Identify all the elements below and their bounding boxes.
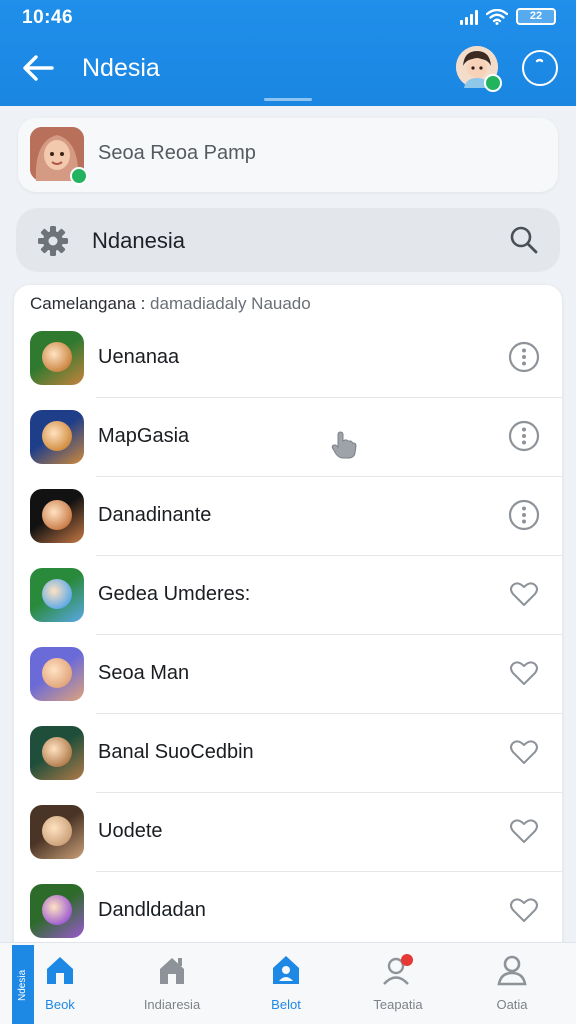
app-name: MapGasia bbox=[98, 425, 190, 447]
heart-icon[interactable] bbox=[508, 657, 540, 689]
profile-avatar bbox=[30, 127, 88, 185]
app-icon bbox=[30, 884, 84, 938]
app-character-icon bbox=[42, 342, 72, 372]
notifications-user-icon bbox=[383, 954, 413, 985]
app-character-icon bbox=[42, 737, 72, 767]
app-name: Seoa Man bbox=[98, 662, 190, 684]
profile-icon bbox=[497, 955, 527, 986]
list-item[interactable]: Gedea Umderes: bbox=[14, 556, 562, 635]
app-icon bbox=[30, 331, 84, 385]
app-icon bbox=[30, 568, 84, 622]
app-character-icon bbox=[42, 895, 72, 925]
hand-cursor-icon bbox=[331, 431, 357, 459]
home-icon bbox=[47, 957, 73, 984]
nav-label: Teapatia bbox=[373, 997, 423, 1012]
app-bar: 10:46 22 Ndesia bbox=[0, 0, 576, 106]
status-icons: 22 bbox=[460, 8, 556, 25]
more-icon[interactable] bbox=[508, 499, 540, 531]
account-home-icon bbox=[273, 956, 299, 984]
list-item[interactable]: Banal SuoCedbin bbox=[14, 714, 562, 793]
app-name: Banal SuoCedbin bbox=[98, 741, 254, 763]
list-item[interactable]: Uenanaa bbox=[14, 319, 562, 398]
list-header-secondary: damadiadaly Nauado bbox=[150, 294, 311, 313]
app-character-icon bbox=[42, 658, 72, 688]
list-item[interactable]: Dandldadan bbox=[14, 872, 562, 951]
list-header-primary: Camelangana : bbox=[30, 294, 146, 313]
screen: 10:46 22 Ndesia Seoa Reoa Pamp Ndanesia … bbox=[0, 0, 576, 1024]
nav-item-1[interactable]: Beok bbox=[10, 953, 110, 1019]
app-character-icon bbox=[42, 579, 72, 609]
search-icon[interactable] bbox=[508, 224, 540, 256]
drag-handle[interactable] bbox=[264, 98, 312, 101]
verified-badge-icon bbox=[484, 74, 502, 92]
list-header: Camelangana : damadiadaly Nauado bbox=[30, 294, 311, 314]
app-icon bbox=[30, 647, 84, 701]
more-icon[interactable] bbox=[508, 341, 540, 373]
more-icon[interactable] bbox=[508, 420, 540, 452]
nav-label: Oatia bbox=[496, 997, 528, 1012]
nav-item-5[interactable]: Oatia bbox=[462, 953, 562, 1019]
app-name: Danadinante bbox=[98, 504, 212, 526]
nav-label: Indiaresia bbox=[143, 997, 201, 1012]
nav-label: Belot bbox=[271, 997, 301, 1012]
page-title: Ndesia bbox=[82, 54, 160, 82]
signal-icon bbox=[460, 9, 478, 25]
list-item[interactable]: Seoa Man bbox=[14, 635, 562, 714]
list-item[interactable]: MapGasia bbox=[14, 398, 562, 477]
online-badge-icon bbox=[70, 167, 88, 185]
app-character-icon bbox=[42, 816, 72, 846]
app-name: Uodete bbox=[98, 820, 163, 842]
app-name: Dandldadan bbox=[98, 899, 206, 921]
game-list: Camelangana : damadiadaly Nauado Uenanaa… bbox=[14, 285, 562, 965]
list-item[interactable]: Uodete bbox=[14, 793, 562, 872]
nav-label: Beok bbox=[45, 997, 75, 1012]
nav-item-4[interactable]: Teapatia bbox=[348, 953, 448, 1019]
app-character-icon bbox=[42, 500, 72, 530]
status-bar: 10:46 22 bbox=[0, 0, 576, 34]
wifi-icon bbox=[486, 8, 508, 25]
search-input[interactable]: Ndanesia bbox=[92, 228, 185, 254]
heart-icon[interactable] bbox=[508, 894, 540, 926]
nav-item-3[interactable]: Belot bbox=[236, 953, 336, 1019]
app-icon bbox=[30, 410, 84, 464]
info-button[interactable] bbox=[522, 50, 558, 86]
info-icon bbox=[535, 58, 544, 63]
heart-icon[interactable] bbox=[508, 736, 540, 768]
search-bar[interactable]: Ndanesia bbox=[16, 208, 560, 272]
house-icon bbox=[160, 958, 184, 984]
gear-icon[interactable] bbox=[36, 224, 70, 258]
profile-name: Seoa Reoa Pamp bbox=[98, 142, 256, 164]
list-item[interactable]: Danadinante bbox=[14, 477, 562, 556]
user-avatar[interactable] bbox=[456, 46, 502, 92]
bottom-nav: Ndesia Beok Indiaresia Belot Teapatia Oatia bbox=[0, 942, 576, 1024]
app-character-icon bbox=[42, 421, 72, 451]
nav-item-2[interactable]: Indiaresia bbox=[122, 953, 222, 1019]
heart-icon[interactable] bbox=[508, 578, 540, 610]
app-icon bbox=[30, 489, 84, 543]
profile-card[interactable]: Seoa Reoa Pamp bbox=[18, 118, 558, 192]
back-arrow-icon[interactable] bbox=[18, 48, 58, 88]
app-name: Gedea Umderes: bbox=[98, 583, 251, 605]
battery-icon: 22 bbox=[516, 8, 556, 25]
heart-icon[interactable] bbox=[508, 815, 540, 847]
app-icon bbox=[30, 726, 84, 780]
app-name: Uenanaa bbox=[98, 346, 180, 368]
app-icon bbox=[30, 805, 84, 859]
status-time: 10:46 bbox=[22, 7, 74, 28]
